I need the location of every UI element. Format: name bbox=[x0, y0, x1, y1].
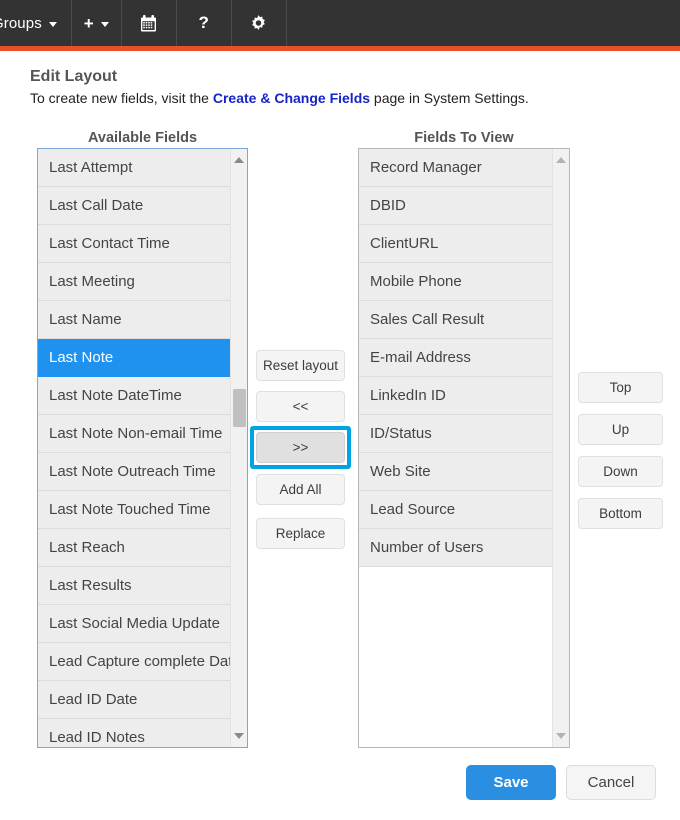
scroll-up-arrow-icon[interactable] bbox=[231, 152, 247, 168]
scroll-down-arrow-icon[interactable] bbox=[231, 728, 247, 744]
add-all-button[interactable]: Add All bbox=[256, 474, 345, 505]
page-subtitle-after: page in System Settings. bbox=[370, 90, 529, 106]
fields-to-view-listbox[interactable]: Record Manager DBID ClientURL Mobile Phone S… bbox=[358, 148, 570, 748]
field-to-view-item[interactable]: LinkedIn ID bbox=[359, 377, 552, 415]
available-field-item[interactable]: Last Note DateTime bbox=[38, 377, 230, 415]
replace-button[interactable]: Replace bbox=[256, 518, 345, 549]
nav-item-add[interactable]: + bbox=[72, 0, 122, 46]
calendar-icon bbox=[139, 14, 158, 33]
scrollbar-thumb[interactable] bbox=[233, 389, 246, 427]
page-title: Edit Layout bbox=[30, 68, 118, 85]
reset-layout-button[interactable]: Reset layout bbox=[256, 350, 345, 381]
available-field-item[interactable]: Last Results bbox=[38, 567, 230, 605]
move-down-button[interactable]: Down bbox=[578, 456, 663, 487]
available-fields-listbox[interactable]: Last Attempt Last Call Date Last Contact T… bbox=[37, 148, 248, 748]
available-field-item[interactable]: Last Note Non-email Time bbox=[38, 415, 230, 453]
move-left-button[interactable]: << bbox=[256, 391, 345, 422]
available-fields-heading: Available Fields bbox=[87, 130, 198, 146]
fields-to-view-scrollbar[interactable] bbox=[552, 149, 569, 747]
available-field-item[interactable]: Last Reach bbox=[38, 529, 230, 567]
field-to-view-item[interactable]: Sales Call Result bbox=[359, 301, 552, 339]
move-right-button[interactable]: >> bbox=[256, 432, 345, 463]
chevron-down-icon bbox=[48, 21, 57, 27]
field-to-view-item[interactable]: E-mail Address bbox=[359, 339, 552, 377]
field-to-view-item[interactable]: DBID bbox=[359, 187, 552, 225]
field-to-view-item[interactable]: Mobile Phone bbox=[359, 263, 552, 301]
accent-bar bbox=[0, 46, 680, 51]
save-button[interactable]: Save bbox=[466, 765, 556, 800]
available-field-item[interactable]: Last Note Outreach Time bbox=[38, 453, 230, 491]
chevron-down-icon bbox=[100, 21, 109, 27]
page-subtitle-before: To create new fields, visit the bbox=[30, 90, 213, 106]
nav-item-settings[interactable] bbox=[232, 0, 287, 46]
field-to-view-item[interactable]: Number of Users bbox=[359, 529, 552, 567]
fields-to-view-items: Record Manager DBID ClientURL Mobile Phone S… bbox=[359, 149, 552, 747]
field-to-view-item[interactable]: Lead Source bbox=[359, 491, 552, 529]
gear-icon bbox=[249, 14, 268, 33]
available-field-item[interactable]: Last Social Media Update bbox=[38, 605, 230, 643]
nav-item-groups-label: Groups bbox=[0, 14, 42, 32]
move-to-bottom-button[interactable]: Bottom bbox=[578, 498, 663, 529]
help-icon: ? bbox=[198, 13, 209, 32]
create-change-fields-link[interactable]: Create & Change Fields bbox=[213, 90, 370, 106]
available-field-item[interactable]: Last Contact Time bbox=[38, 225, 230, 263]
page-subtitle: To create new fields, visit the Create &… bbox=[30, 90, 529, 106]
available-field-item[interactable]: Lead Capture complete Dat bbox=[38, 643, 230, 681]
move-to-top-button[interactable]: Top bbox=[578, 372, 663, 403]
available-field-item[interactable]: Lead ID Date bbox=[38, 681, 230, 719]
available-field-item[interactable]: Last Name bbox=[38, 301, 230, 339]
field-to-view-item[interactable]: Web Site bbox=[359, 453, 552, 491]
available-field-item[interactable]: Last Call Date bbox=[38, 187, 230, 225]
plus-icon: + bbox=[83, 13, 94, 33]
scroll-down-arrow-icon[interactable] bbox=[553, 728, 569, 744]
nav-item-groups[interactable]: Groups bbox=[0, 0, 72, 46]
nav-item-calendar[interactable] bbox=[122, 0, 177, 46]
available-fields-items: Last Attempt Last Call Date Last Contact T… bbox=[38, 149, 230, 747]
available-field-item[interactable]: Last Note Touched Time bbox=[38, 491, 230, 529]
fields-to-view-heading: Fields To View bbox=[414, 130, 514, 146]
available-field-item[interactable]: Last Meeting bbox=[38, 263, 230, 301]
nav-item-help[interactable]: ? bbox=[177, 0, 232, 46]
available-field-item[interactable]: Lead ID Notes bbox=[38, 719, 230, 747]
cancel-button[interactable]: Cancel bbox=[566, 765, 656, 800]
available-field-item[interactable]: Last Attempt bbox=[38, 149, 230, 187]
available-fields-scrollbar[interactable] bbox=[230, 149, 247, 747]
move-up-button[interactable]: Up bbox=[578, 414, 663, 445]
scroll-up-arrow-icon[interactable] bbox=[553, 152, 569, 168]
field-to-view-item[interactable]: Record Manager bbox=[359, 149, 552, 187]
field-to-view-item[interactable]: ClientURL bbox=[359, 225, 552, 263]
top-navigation-spacer bbox=[287, 0, 680, 46]
field-to-view-item[interactable]: ID/Status bbox=[359, 415, 552, 453]
top-navigation-bar: Groups + bbox=[0, 0, 680, 46]
available-field-item[interactable]: Last Note bbox=[38, 339, 230, 377]
